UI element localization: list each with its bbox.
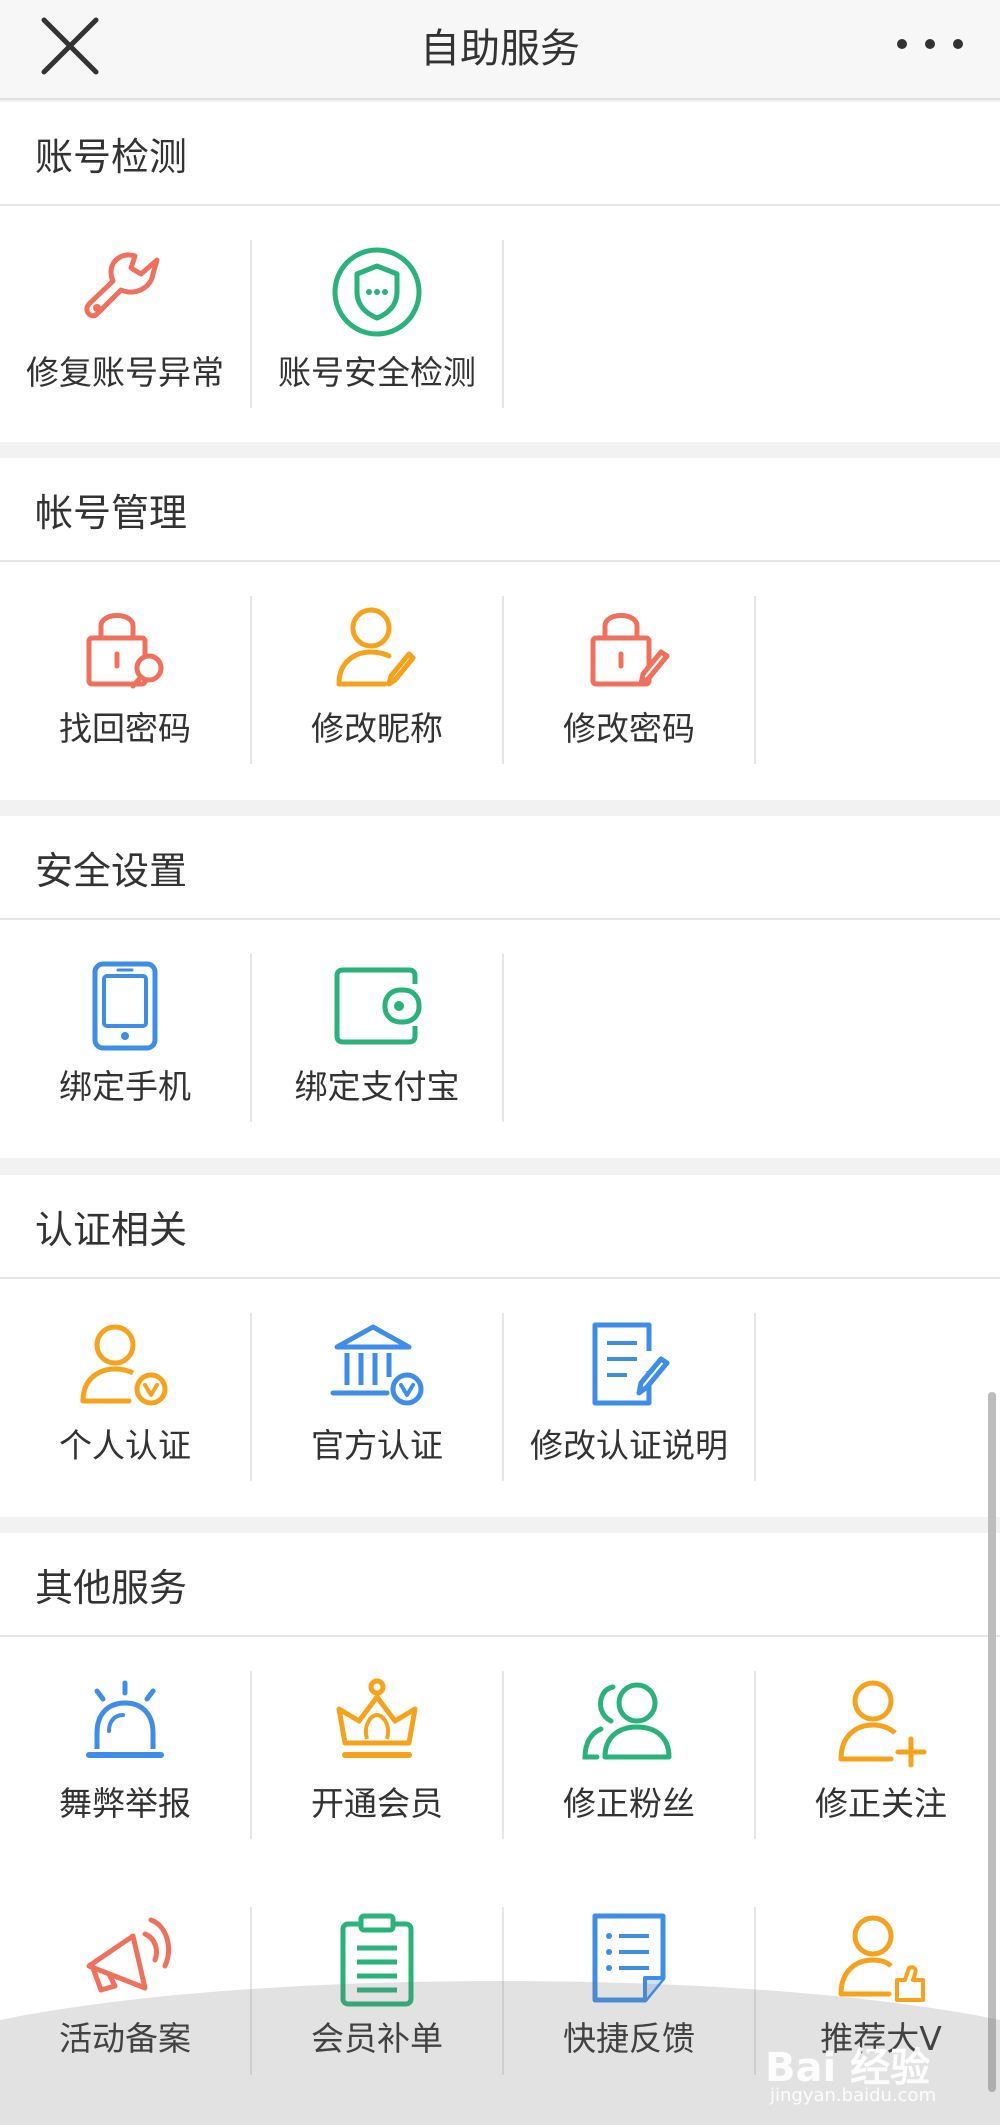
tile-label: 开通会员 <box>311 1784 443 1823</box>
tile-bind-alipay[interactable]: 绑定支付宝 <box>252 950 502 1120</box>
section-title: 认证相关 <box>35 1208 188 1252</box>
tile-label: 舞弊举报 <box>59 1784 191 1823</box>
tile-recover-password[interactable]: 找回密码 <box>0 592 250 762</box>
tile-label: 找回密码 <box>59 709 191 748</box>
top-bar: 自助服务 <box>0 0 1000 100</box>
tile-label: 修正粉丝 <box>563 1784 695 1823</box>
tile-label: 修改密码 <box>563 709 695 748</box>
tile-personal-verification[interactable]: 个人认证 <box>0 1309 250 1479</box>
divider <box>502 954 504 1122</box>
section-header: 账号检测 <box>0 102 1000 206</box>
tile-label: 官方认证 <box>311 1426 443 1465</box>
users-icon <box>582 1682 672 1760</box>
tile-change-password[interactable]: 修改密码 <box>504 592 754 762</box>
section-header: 安全设置 <box>0 816 1000 920</box>
user-thumbs-up-icon <box>838 1915 925 2002</box>
divider <box>502 240 504 408</box>
tile-label: 绑定手机 <box>59 1067 191 1106</box>
section-title: 账号检测 <box>35 135 188 179</box>
tile-open-membership[interactable]: 开通会员 <box>252 1667 502 1837</box>
tile-account-security-check[interactable]: 账号安全检测 <box>252 236 502 406</box>
shield-icon <box>332 247 422 337</box>
tile-repair-account[interactable]: 修复账号异常 <box>0 236 250 406</box>
crown-icon <box>336 1678 418 1758</box>
section-title: 安全设置 <box>35 849 188 893</box>
divider <box>754 1313 756 1481</box>
megaphone-icon <box>86 1917 171 1993</box>
tile-label: 绑定支付宝 <box>294 1067 460 1106</box>
alarm-icon <box>86 1680 164 1758</box>
wrench-icon <box>84 252 160 319</box>
section-title: 其他服务 <box>35 1566 188 1610</box>
section-security-settings: 安全设置 绑定手机 绑定支付宝 <box>0 816 1000 1158</box>
tile-fix-followers[interactable]: 修正粉丝 <box>504 1667 754 1837</box>
section-account-management: 帐号管理 找回密码 修改昵称 修改密码 <box>0 458 1000 800</box>
user-verified-icon <box>80 1324 168 1406</box>
tile-fix-following[interactable]: 修正关注 <box>756 1667 1000 1837</box>
user-add-icon <box>838 1680 927 1768</box>
tile-label: 修改认证说明 <box>530 1426 728 1465</box>
lock-search-icon <box>86 613 164 689</box>
page-title: 自助服务 <box>420 26 580 72</box>
tile-label: 修复账号异常 <box>26 353 224 392</box>
tile-member-reorder[interactable]: 会员补单 <box>252 1902 502 2072</box>
tile-change-nickname[interactable]: 修改昵称 <box>252 592 502 762</box>
tile-label: 个人认证 <box>59 1426 191 1465</box>
watermark-url: jingyan.baidu.com <box>770 2085 937 2106</box>
phone-icon <box>92 961 158 1051</box>
tile-label: 会员补单 <box>311 2019 443 2058</box>
tile-official-verification[interactable]: 官方认证 <box>252 1309 502 1479</box>
tile-event-filing[interactable]: 活动备案 <box>0 1902 250 2072</box>
bank-verified-icon <box>330 1324 424 1406</box>
tile-label: 修改昵称 <box>311 709 443 748</box>
section-header: 认证相关 <box>0 1175 1000 1279</box>
tile-label: 快捷反馈 <box>563 2019 695 2058</box>
scrollbar[interactable] <box>988 1392 996 2092</box>
lock-edit-icon <box>590 613 670 687</box>
feedback-icon <box>592 1913 666 2003</box>
section-verification: 认证相关 个人认证 官方认证 修改认证说明 <box>0 1175 1000 1517</box>
tile-label: 活动备案 <box>59 2019 191 2058</box>
tile-quick-feedback[interactable]: 快捷反馈 <box>504 1902 754 2072</box>
tile-label: 修正关注 <box>815 1784 947 1823</box>
tile-edit-verification-note[interactable]: 修改认证说明 <box>504 1309 754 1479</box>
tile-bind-phone[interactable]: 绑定手机 <box>0 950 250 1120</box>
section-header: 帐号管理 <box>0 458 1000 562</box>
document-edit-icon <box>592 1322 670 1406</box>
section-title: 帐号管理 <box>35 491 188 535</box>
section-account-check: 账号检测 修复账号异常 账号安全检测 <box>0 102 1000 442</box>
tile-fraud-report[interactable]: 舞弊举报 <box>0 1667 250 1837</box>
divider <box>754 596 756 764</box>
more-options-icon[interactable] <box>890 24 970 64</box>
clipboard-icon <box>340 1913 414 2007</box>
tile-label: 账号安全检测 <box>278 353 476 392</box>
wallet-icon <box>334 967 422 1045</box>
section-header: 其他服务 <box>0 1533 1000 1637</box>
user-edit-icon <box>336 607 416 687</box>
